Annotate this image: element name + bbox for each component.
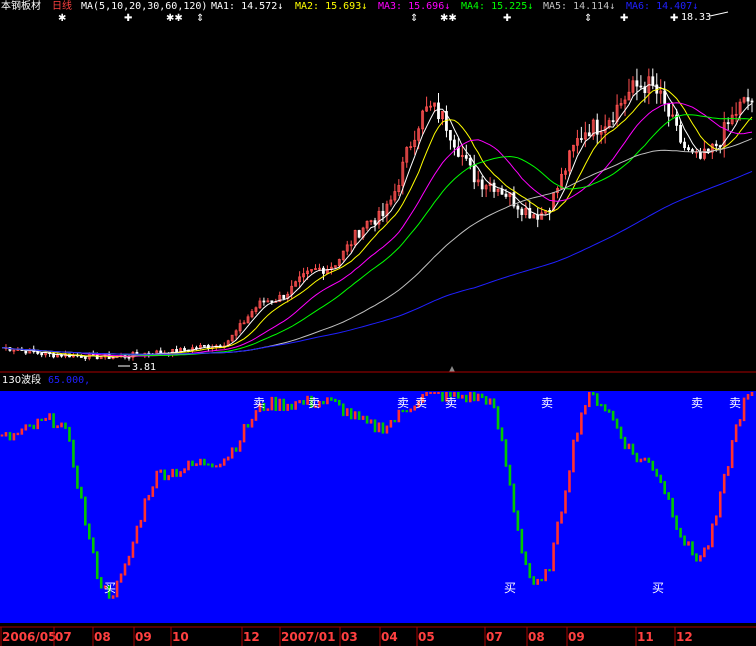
ma4-readout: MA4: 15.225↓ bbox=[461, 1, 533, 12]
candle-body bbox=[651, 76, 655, 86]
date-tick-label: 07 bbox=[486, 630, 503, 644]
candle-body bbox=[202, 345, 206, 347]
candle-body bbox=[357, 230, 361, 238]
date-tick-label: 11 bbox=[637, 630, 654, 644]
date-tick-label: 10 bbox=[172, 630, 189, 644]
candle-body bbox=[548, 210, 552, 212]
date-tick-label: 12 bbox=[243, 630, 260, 644]
date-tick-label: 04 bbox=[381, 630, 398, 644]
high-price-label: 18.33 bbox=[681, 12, 711, 23]
sell-signal-label: 卖 bbox=[541, 396, 553, 410]
sell-signal-label: 卖 bbox=[415, 396, 427, 410]
candle-body bbox=[639, 85, 643, 88]
buy-signal-label: 买 bbox=[104, 581, 116, 595]
date-tick-label: 05 bbox=[418, 630, 435, 644]
candle-body bbox=[480, 179, 484, 190]
period-label: 日线 bbox=[52, 0, 72, 12]
candle-body bbox=[520, 208, 524, 215]
candle-body bbox=[667, 103, 671, 117]
sell-signal-label: 卖 bbox=[729, 396, 741, 410]
candle-body bbox=[468, 157, 472, 166]
ma2-readout: MA2: 15.693↓ bbox=[295, 1, 367, 12]
date-tick-label: 09 bbox=[568, 630, 585, 644]
plus-marker: ✚ bbox=[670, 13, 678, 24]
plus-marker: ✚ bbox=[124, 13, 132, 24]
candle-body bbox=[500, 188, 504, 195]
stock-chart-window: 本钢板材 日线 MA(5,10,20,30,60,120) MA1: 14.57… bbox=[0, 0, 756, 646]
date-tick-label: 03 bbox=[341, 630, 358, 644]
candle-body bbox=[437, 102, 440, 120]
date-tick-label: 08 bbox=[94, 630, 111, 644]
ma5-readout: MA5: 14.114↓ bbox=[543, 1, 615, 12]
date-tick-label: 07 bbox=[55, 630, 72, 644]
sell-signal-label: 卖 bbox=[308, 396, 320, 410]
candle-body bbox=[750, 100, 754, 103]
candle-body bbox=[381, 210, 385, 217]
candle-body bbox=[611, 120, 615, 123]
low-price-label: 3.81 bbox=[132, 362, 156, 373]
star-marker: ✱✱ bbox=[166, 13, 183, 24]
star-marker: ✱✱ bbox=[440, 13, 457, 24]
buy-signal-label: 买 bbox=[652, 581, 664, 595]
candle-body bbox=[472, 164, 476, 183]
diamond-marker: ⇕ bbox=[584, 13, 592, 24]
sell-signal-label: 卖 bbox=[397, 396, 409, 410]
sell-signal-label: 卖 bbox=[445, 396, 457, 410]
diamond-marker: ⇕ bbox=[410, 13, 418, 24]
candle-body bbox=[452, 139, 456, 148]
star-marker: ✱ bbox=[58, 13, 66, 24]
indicator-value: 65.000, bbox=[48, 375, 90, 386]
candle-body bbox=[714, 143, 718, 147]
candle-body bbox=[373, 220, 377, 225]
plus-marker: ✚ bbox=[503, 13, 511, 24]
ma3-readout: MA3: 15.696↓ bbox=[378, 1, 450, 12]
ma6-readout: MA6: 14.407↓ bbox=[626, 1, 698, 12]
diamond-marker: ⇕ bbox=[196, 13, 204, 24]
candle-body bbox=[663, 90, 667, 104]
plus-marker: ✚ bbox=[620, 13, 628, 24]
candle-body bbox=[746, 97, 750, 102]
indicator-name: 130波段 bbox=[2, 373, 41, 386]
candle-body bbox=[322, 267, 325, 274]
candle-body bbox=[699, 151, 702, 159]
candle-body bbox=[579, 138, 583, 140]
candle-body bbox=[83, 357, 87, 359]
candle-body bbox=[282, 294, 286, 299]
candle-body bbox=[587, 132, 591, 137]
date-tick-label: 2006/05 bbox=[2, 630, 56, 644]
candle-body bbox=[127, 356, 131, 359]
candle-body bbox=[270, 300, 274, 303]
date-tick-label: 09 bbox=[135, 630, 152, 644]
ma1-readout: MA1: 14.572↓ bbox=[211, 1, 283, 12]
candle-body bbox=[687, 147, 690, 151]
date-tick-label: 12 bbox=[676, 630, 693, 644]
price-header: 本钢板材 日线 MA(5,10,20,30,60,120) MA1: 14.57… bbox=[1, 0, 698, 12]
sell-signal-label: 卖 bbox=[691, 396, 703, 410]
stock-name: 本钢板材 bbox=[1, 0, 41, 12]
date-tick-label: 2007/01 bbox=[281, 630, 335, 644]
sell-signal-label: 卖 bbox=[253, 396, 265, 410]
candle-body bbox=[635, 80, 639, 87]
ma-spec: MA(5,10,20,30,60,120) bbox=[81, 1, 207, 12]
buy-signal-label: 买 bbox=[504, 581, 516, 595]
candle-body bbox=[492, 182, 496, 192]
candle-body bbox=[679, 124, 682, 143]
candle-body bbox=[262, 300, 266, 303]
candle-body bbox=[40, 353, 44, 356]
candle-body bbox=[683, 141, 686, 149]
candle-body bbox=[516, 205, 520, 210]
candle-body bbox=[464, 155, 468, 159]
date-tick-label: 08 bbox=[528, 630, 545, 644]
candle-body bbox=[449, 130, 452, 141]
candle-body bbox=[726, 122, 730, 125]
candle-body bbox=[183, 348, 186, 351]
candle-body bbox=[504, 193, 508, 197]
